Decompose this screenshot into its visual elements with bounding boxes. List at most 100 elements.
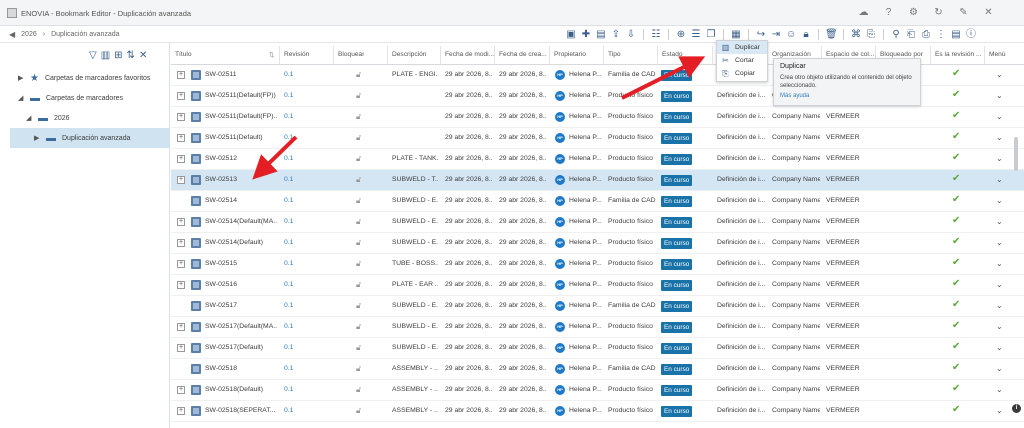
expand-row-icon[interactable]: + [177,281,185,289]
refresh-icon[interactable]: ↻ [933,7,944,18]
vertical-scrollbar[interactable] [1014,65,1019,395]
revision-cell[interactable]: 0.1 [284,71,293,78]
revision-cell[interactable]: 0.1 [284,113,293,120]
revision-cell[interactable]: 0.1 [284,323,293,330]
owner-cell[interactable]: Helena P... [569,218,602,225]
upload-icon[interactable]: ⇪ [610,29,622,41]
revision-cell[interactable]: 0.1 [284,134,293,141]
table-row[interactable]: + SW-02518(Default) 0.1 🔓︎ ASSEMBLY - ... 29 … [171,380,1024,401]
unlocked-icon[interactable]: 🔓︎ [356,259,361,269]
owner-cell[interactable]: Helena P... [569,344,602,351]
column-header-locked-by[interactable]: Bloqueado por [880,51,923,58]
revision-cell[interactable]: 0.1 [284,197,293,204]
revision-cell[interactable]: 0.1 [284,386,293,393]
owner-cell[interactable]: Helena P... [569,302,602,309]
title-cell[interactable]: SW-02517(Default) [205,344,277,351]
menu-item-duplicar[interactable]: ▥ Duplicar [717,41,767,54]
unlocked-icon[interactable]: 🔓︎ [356,196,361,206]
menu-item-copiar[interactable]: ⎘ Copiar [717,67,767,80]
chevron-down-icon[interactable]: ⌄ [996,238,1003,247]
share-icon[interactable]: ↪ [755,29,767,41]
title-cell[interactable]: SW-02511(Default(FP)... [205,113,277,120]
title-cell[interactable]: SW-02518 [205,365,277,372]
collapse-panel-icon[interactable]: ◀ [9,30,15,39]
table-row[interactable]: + SW-02513 0.1 🔓︎ SUBWELD - T... 29 abr 2026,… [171,170,1024,191]
chevron-down-icon[interactable]: ⌄ [996,322,1003,331]
filter-icon[interactable]: ▽ [89,50,97,61]
tree-item-duplicacion[interactable]: ▶ ▬ Duplicación avanzada [10,128,170,148]
unlocked-icon[interactable]: 🔓︎ [356,322,361,332]
owner-cell[interactable]: Helena P... [569,386,602,393]
owner-cell[interactable]: Helena P... [569,197,602,204]
login-icon[interactable]: ⇥ [770,29,782,41]
binoculars-icon[interactable]: ⌘ [850,29,862,41]
compare-icon[interactable]: ⎘ [865,29,877,41]
table-row[interactable]: + SW-02514(Default(MA... 0.1 🔓︎ SUBWELD - E.… [171,212,1024,233]
copy-icon[interactable]: ⎗ [905,29,917,41]
status-badge[interactable]: En curso [661,343,693,354]
status-badge[interactable]: En curso [661,259,693,270]
revision-cell[interactable]: 0.1 [284,344,293,351]
table-row[interactable]: + SW-02511(Default) 0.1 🔓︎ 29 abr 2026, 8...… [171,128,1024,149]
title-cell[interactable]: SW-02515 [205,260,277,267]
breadcrumb-year[interactable]: 2026 [21,31,37,38]
title-cell[interactable]: SW-02518(Default) [205,386,277,393]
status-badge[interactable]: En curso [661,112,693,123]
column-header-owner[interactable]: Propietario [554,51,586,58]
revision-cell[interactable]: 0.1 [284,176,293,183]
unlocked-icon[interactable]: 🔓︎ [356,280,361,290]
title-cell[interactable]: SW-02511(Default(FP)) [205,92,277,99]
expand-row-icon[interactable]: + [177,92,185,100]
chevron-down-icon[interactable]: ⌄ [996,112,1003,121]
status-badge[interactable]: En curso [661,217,693,228]
chevron-down-icon[interactable]: ⌄ [996,91,1003,100]
owner-cell[interactable]: Helena P... [569,71,602,78]
unlocked-icon[interactable]: 🔓︎ [356,112,361,122]
tree-item-2026[interactable]: ◢ ▬ 2026 [26,108,70,128]
revision-cell[interactable]: 0.1 [284,92,293,99]
title-cell[interactable]: SW-02516 [205,281,277,288]
expand-row-icon[interactable]: + [177,239,185,247]
info-icon[interactable]: i [1012,404,1021,413]
owner-cell[interactable]: Helena P... [569,323,602,330]
status-badge[interactable]: En curso [661,280,693,291]
table-row[interactable]: + SW-02511(Default(FP)... 0.1 🔓︎ 29 abr 2026… [171,107,1024,128]
title-cell[interactable]: SW-02511 [205,71,277,78]
status-badge[interactable]: En curso [661,154,693,165]
expand-row-icon[interactable]: + [177,344,185,352]
owner-cell[interactable]: Helena P... [569,155,602,162]
title-cell[interactable]: SW-02517 [205,302,277,309]
column-header-space[interactable]: Espacio de col... [826,51,874,58]
close-icon[interactable]: ✕ [983,7,994,18]
close-filter-icon[interactable]: ✕ [139,50,147,61]
owner-cell[interactable]: Helena P... [569,239,602,246]
unlocked-icon[interactable]: 🔓︎ [356,343,361,353]
status-badge[interactable]: En curso [661,364,693,375]
status-badge[interactable]: En curso [661,133,693,144]
chevron-down-icon[interactable]: ⌄ [996,133,1003,142]
chevron-down-icon[interactable]: ⌄ [996,154,1003,163]
more-icon[interactable]: ⋮ [935,29,947,41]
revision-cell[interactable]: 0.1 [284,260,293,267]
expand-row-icon[interactable]: + [177,386,185,394]
chevron-down-icon[interactable]: ⌄ [996,406,1003,415]
owner-cell[interactable]: Helena P... [569,407,602,414]
scrollbar-thumb[interactable] [1014,137,1018,171]
menu-item-cortar[interactable]: ✂ Cortar [717,54,767,67]
list-edit-icon[interactable]: ☰ [690,29,702,41]
table-row[interactable]: + SW-02516 0.1 🔓︎ PLATE - EAR ... 29 abr 2026… [171,275,1024,296]
title-cell[interactable]: SW-02514 [205,197,277,204]
chevron-down-icon[interactable]: ⌄ [996,175,1003,184]
status-badge[interactable]: En curso [661,301,693,312]
expand-arrow-icon[interactable]: ▶ [18,74,24,82]
table-row[interactable]: SW-02517 0.1 🔓︎ SUBWELD - E... 29 abr 2026, … [171,296,1024,317]
chevron-down-icon[interactable]: ⌄ [996,70,1003,79]
unlocked-icon[interactable]: 🔓︎ [356,238,361,248]
chevron-down-icon[interactable]: ⌄ [996,385,1003,394]
table-row[interactable]: + SW-02517(Default) 0.1 🔓︎ SUBWELD - E... 29 … [171,338,1024,359]
column-header-state[interactable]: Estado [662,51,683,58]
sort-icon[interactable]: ⇅ [127,50,135,61]
status-badge[interactable]: En curso [661,175,693,186]
user-edit-icon[interactable]: ☺ [785,29,797,41]
owner-cell[interactable]: Helena P... [569,176,602,183]
